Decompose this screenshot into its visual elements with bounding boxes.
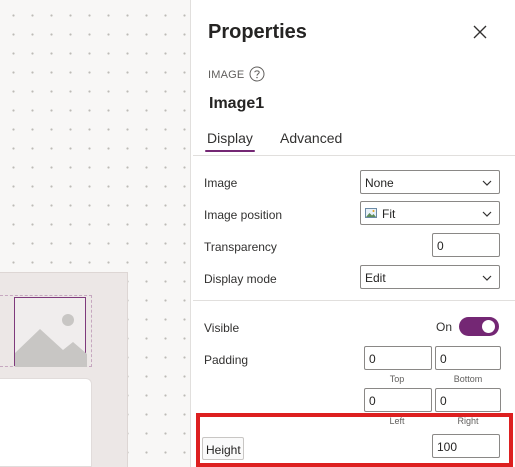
image-dropdown[interactable]: None [360,170,500,194]
image-placeholder-icon [15,314,87,367]
display-mode-label: Display mode [204,272,277,286]
tab-display[interactable]: Display [207,130,253,146]
visible-label: Visible [204,321,240,335]
padding-right-caption: Right [457,416,479,426]
active-tab-indicator [205,150,255,152]
height-label-button[interactable]: Height [202,437,244,460]
image-label: Image [204,176,238,190]
transparency-input[interactable]: 0 [432,233,500,257]
help-circle-icon [249,66,265,82]
close-button[interactable] [469,21,491,43]
control-name: Image1 [209,95,265,112]
padding-left-input[interactable]: 0 [364,388,432,412]
properties-pane: Properties IMAGE Image1 Display Advanced… [191,0,515,467]
padding-top-caption: Top [389,374,405,384]
display-mode-value: Edit [365,271,386,285]
pane-title: Properties [208,21,307,43]
chevron-down-icon [482,275,492,281]
section-divider [193,155,515,156]
padding-bottom-caption: Bottom [453,374,483,384]
section-divider [193,300,515,301]
close-icon [473,25,487,39]
canvas-card [0,378,92,467]
tab-advanced[interactable]: Advanced [280,130,342,146]
visible-toggle[interactable] [459,317,499,336]
padding-left-caption: Left [389,416,405,426]
padding-label: Padding [204,353,249,367]
help-button[interactable] [249,66,265,82]
padding-right-input[interactable]: 0 [435,388,501,412]
transparency-label: Transparency [204,240,277,254]
toggle-knob [482,320,495,333]
image-dropdown-value: None [365,176,394,190]
visible-state-text: On [436,320,453,334]
padding-top-input[interactable]: 0 [364,346,432,370]
image-position-dropdown[interactable]: Fit [360,201,500,225]
height-input[interactable]: 100 [432,434,500,458]
image-position-value: Fit [382,207,396,221]
image-position-label: Image position [204,208,283,222]
chevron-down-icon [482,211,492,217]
padding-bottom-input[interactable]: 0 [435,346,501,370]
chevron-down-icon [482,180,492,186]
display-mode-dropdown[interactable]: Edit [360,265,500,289]
image-control[interactable] [14,297,87,367]
picture-icon [365,208,377,218]
control-type-label: IMAGE [208,69,245,81]
